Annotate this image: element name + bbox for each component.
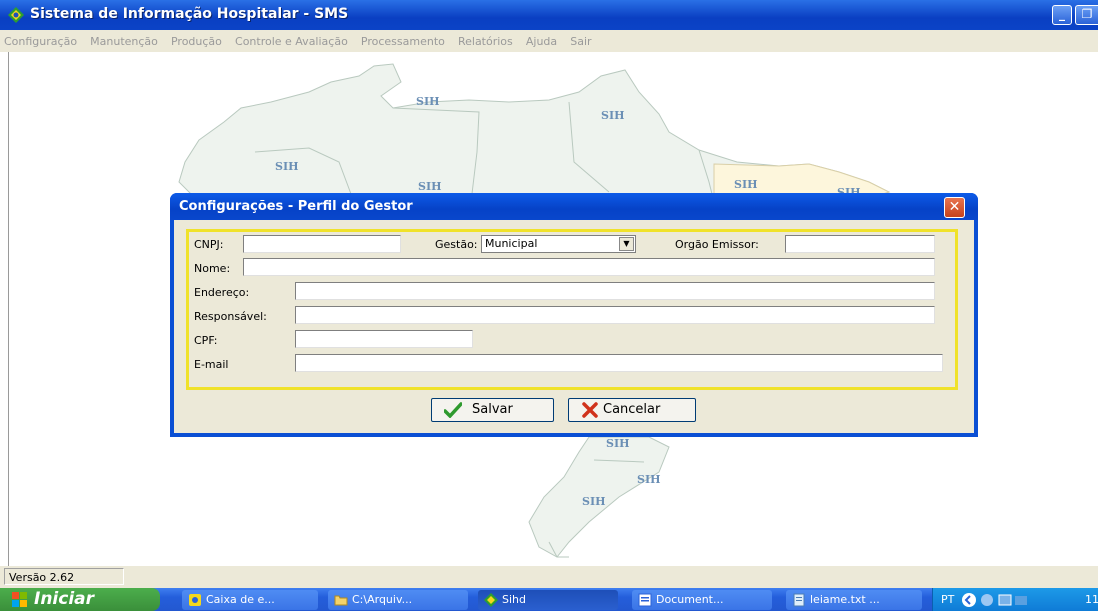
task-document[interactable]: Document... (632, 590, 772, 610)
word-document-icon (638, 593, 652, 607)
sih-logo-icon (8, 7, 24, 23)
email-input[interactable] (295, 354, 943, 372)
window-title: Sistema de Informação Hospitalar - SMS (30, 6, 349, 22)
task-label: Sihd (502, 593, 526, 606)
cancel-button-label: Cancelar (603, 402, 661, 417)
window-titlebar: Sistema de Informação Hospitalar - SMS _… (0, 0, 1098, 30)
cpf-input[interactable] (295, 330, 473, 348)
nome-label: Nome: (194, 262, 231, 275)
endereco-label: Endereço: (194, 286, 250, 299)
dialog-body: CNPJ: Gestão: Municipal ▼ Orgão Emissor:… (174, 220, 974, 433)
notepad-icon (793, 593, 805, 607)
dialog-close-button[interactable]: ✕ (944, 197, 965, 218)
email-label: E-mail (194, 358, 229, 371)
nome-input[interactable] (243, 258, 935, 276)
map-label: SIH (275, 160, 299, 173)
orgao-emissor-label: Orgão Emissor: (675, 238, 759, 251)
clock: 11 (1085, 593, 1098, 606)
task-sihd[interactable]: Sihd (478, 590, 618, 610)
windows-flag-icon (12, 592, 27, 607)
menu-relatorios[interactable]: Relatórios (454, 32, 517, 48)
cancel-button[interactable]: Cancelar (568, 398, 696, 422)
map-label: SIH (637, 473, 661, 486)
form-frame: CNPJ: Gestão: Municipal ▼ Orgão Emissor:… (186, 229, 958, 390)
responsavel-input[interactable] (295, 306, 935, 324)
task-label: leiame.txt ... (810, 593, 880, 606)
task-label: C:\Arquiv... (352, 593, 413, 606)
save-button[interactable]: Salvar (431, 398, 554, 422)
menu-controle-avaliacao[interactable]: Controle e Avaliação (231, 32, 352, 48)
menu-processamento[interactable]: Processamento (357, 32, 449, 48)
map-label: SIH (418, 180, 442, 193)
status-bar: Versão 2.62 (0, 566, 1098, 588)
task-explorer-folder[interactable]: C:\Arquiv... (328, 590, 468, 610)
task-label: Document... (656, 593, 724, 606)
dialog-titlebar: Configurações - Perfil do Gestor ✕ (170, 193, 978, 220)
gestao-select-value: Municipal (485, 237, 538, 250)
folder-icon (334, 595, 348, 606)
gestao-label: Gestão: (435, 238, 478, 251)
restore-button[interactable]: ❐ (1075, 5, 1098, 25)
menu-configuracao[interactable]: Configuração (0, 32, 81, 48)
menu-bar: Configuração Manutenção Produção Control… (0, 30, 1098, 52)
dialog-title: Configurações - Perfil do Gestor (179, 199, 413, 214)
gestao-select[interactable]: Municipal ▼ (481, 235, 636, 253)
map-label: SIH (601, 109, 625, 122)
task-leiame[interactable]: leiame.txt ... (786, 590, 922, 610)
endereco-input[interactable] (295, 282, 935, 300)
menu-producao[interactable]: Produção (167, 32, 226, 48)
version-panel: Versão 2.62 (4, 568, 124, 585)
x-cancel-icon (582, 402, 598, 418)
map-label: SIH (734, 178, 758, 191)
cnpj-input[interactable] (243, 235, 401, 253)
map-label: SIH (416, 95, 440, 108)
task-label: Caixa de e... (206, 593, 275, 606)
system-tray: PT 11 (932, 588, 1098, 611)
task-caixa-de-entrada[interactable]: Caixa de e... (182, 590, 318, 610)
cnpj-label: CNPJ: (194, 238, 224, 251)
chevron-down-icon[interactable]: ▼ (619, 237, 634, 251)
cpf-label: CPF: (194, 334, 218, 347)
menu-ajuda[interactable]: Ajuda (522, 32, 561, 48)
save-button-label: Salvar (472, 402, 513, 417)
checkmark-icon (444, 402, 462, 418)
menu-manutencao[interactable]: Manutenção (86, 32, 162, 48)
map-label: SIH (606, 437, 630, 450)
orgao-emissor-input[interactable] (785, 235, 935, 253)
responsavel-label: Responsável: (194, 310, 267, 323)
outlook-icon (189, 594, 201, 606)
sih-logo-icon (484, 593, 498, 607)
map-label: SIH (582, 495, 606, 508)
windows-taskbar: Iniciar Caixa de e... C:\Arquiv... Sihd … (0, 588, 1098, 611)
tray-icons (962, 593, 1027, 607)
menu-sair[interactable]: Sair (566, 32, 595, 48)
minimize-button[interactable]: _ (1052, 5, 1072, 25)
perfil-gestor-dialog: Configurações - Perfil do Gestor ✕ CNPJ:… (170, 193, 978, 437)
start-button[interactable]: Iniciar (0, 588, 160, 611)
start-label: Iniciar (34, 589, 95, 609)
language-indicator[interactable]: PT (941, 593, 954, 606)
